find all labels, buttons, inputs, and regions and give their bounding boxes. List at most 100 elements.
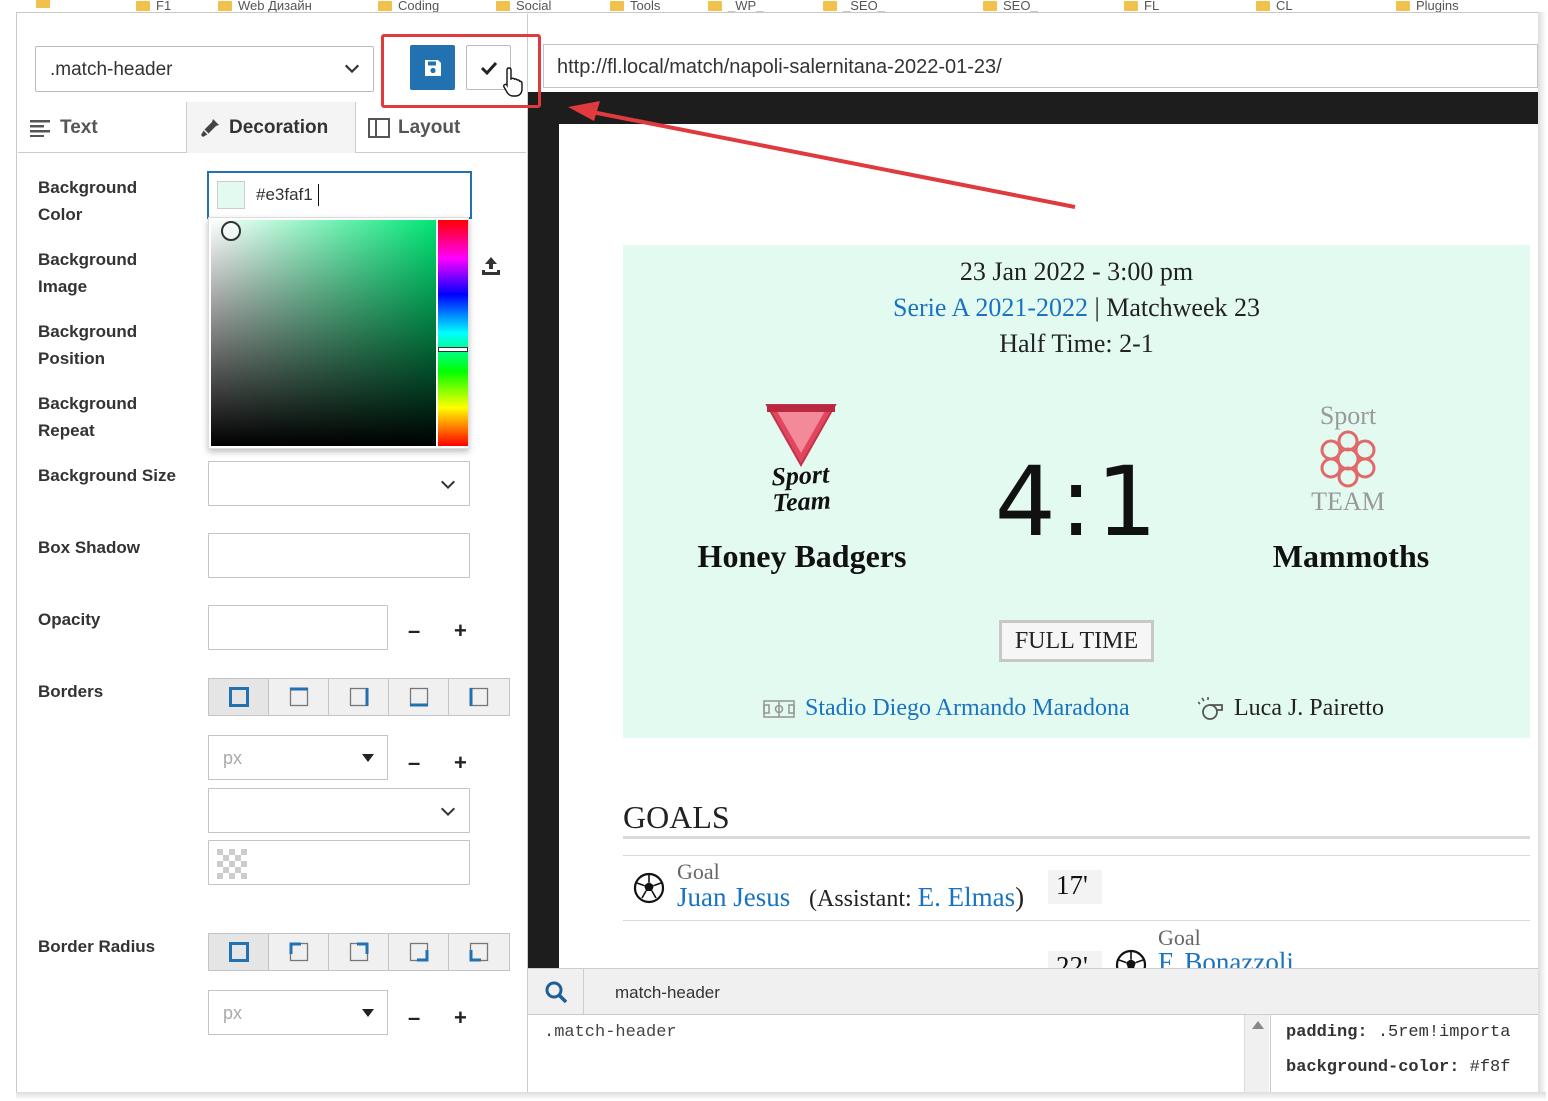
folder-icon [610,0,624,11]
css-inspector: match-header .match-header padding: .5re… [528,968,1538,1092]
assistant-link[interactable]: E. Elmas [918,882,1015,912]
border-radius-corner-selector [208,933,510,971]
border-bottom-button[interactable] [389,679,449,715]
border-width-decrement-button[interactable]: – [408,750,420,776]
border-right-button[interactable] [329,679,389,715]
away-team-name[interactable]: Mammoths [1233,538,1469,575]
field-label-opacity: Opacity [38,610,101,629]
chevron-down-icon [440,480,456,490]
tab-decoration[interactable]: Decoration [186,102,356,153]
referee-name: Luca J. Pairetto [1234,695,1384,721]
folder-icon [1124,0,1138,11]
saturation-handle[interactable] [221,221,241,241]
home-team-logo [765,404,837,467]
field-label-background-size: Background Size [38,466,176,485]
goal-minute: 17' [1048,870,1102,904]
preview-page: 23 Jan 2022 - 3:00 pm Serie A 2021-2022 … [559,124,1538,969]
border-color-input[interactable] [208,840,470,885]
radius-bottom-left-button[interactable] [449,934,509,970]
radius-bottom-right-button[interactable] [389,934,449,970]
border-width-increment-button[interactable]: + [454,750,467,776]
css-selector-dropdown[interactable]: .match-header [35,46,374,92]
border-radius-unit-select[interactable]: px [208,990,388,1035]
declaration-row[interactable]: padding: .5rem!importa [1286,1023,1510,1042]
columns-icon [368,117,390,138]
bookmark-item[interactable] [36,0,50,8]
border-radius-increment-button[interactable]: + [454,1005,467,1031]
opacity-decrement-button[interactable]: – [408,618,420,644]
home-team-name[interactable]: Honey Badgers [663,538,941,575]
stadium-info: Stadio Diego Armando Maradona [763,695,1130,722]
home-logo-word: Team [771,485,832,518]
chevron-down-icon [440,807,456,817]
radius-all-icon [228,942,249,962]
url-field[interactable]: http://fl.local/match/napoli-salernitana… [543,44,1538,88]
saturation-value-area[interactable] [211,220,436,446]
inspector-search-button[interactable] [528,969,584,1015]
field-label-background-position: Background Position [38,322,138,368]
radius-all-button[interactable] [209,934,269,970]
border-radius-decrement-button[interactable]: – [408,1005,420,1031]
radius-bottom-left-icon [469,942,489,962]
field-label-background-image: Background Image [38,250,138,296]
scorer-link[interactable]: Juan Jesus [677,882,790,912]
radius-top-right-button[interactable] [329,934,389,970]
tab-layout[interactable]: Layout [356,102,526,153]
screenshot-frame: F1 Web Дизайн Coding Social Tools _WP_ _… [0,0,1548,1101]
border-side-selector [208,678,510,716]
away-logo-bottom: TEAM [1311,487,1385,516]
radius-top-left-icon [289,942,308,962]
soccer-ball-icon [1115,949,1147,969]
border-left-icon [469,687,489,707]
unit-value: px [223,748,243,768]
border-all-button[interactable] [209,679,269,715]
field-label-borders: Borders [38,682,104,701]
border-top-icon [289,687,308,707]
upload-icon[interactable] [480,255,502,277]
goal-minute: 22' [1048,951,1102,969]
inspector-search-term[interactable]: match-header [615,983,720,1003]
tab-text[interactable]: Text [18,102,186,153]
away-logo-top: Sport [1319,401,1377,430]
away-team-logo [1320,430,1376,488]
opacity-increment-button[interactable]: + [454,618,467,644]
inspector-scrollbar[interactable] [1244,1015,1269,1092]
background-size-select[interactable] [208,461,470,506]
goals-heading: GOALS [623,799,730,835]
box-shadow-input[interactable] [208,533,470,578]
color-swatch[interactable] [217,181,245,209]
scorer-link[interactable]: F. Bonazzoli [1158,947,1294,969]
opacity-input[interactable] [208,605,388,650]
hue-handle[interactable] [438,347,468,352]
border-style-select[interactable] [208,788,470,833]
folder-icon [1256,0,1270,11]
style-editor-panel: .match-header Text Decoration Layout Bac… [18,14,528,1092]
soccer-ball-icon [633,872,665,904]
competition-link[interactable]: Serie A 2021-2022 [893,293,1088,322]
background-color-input[interactable]: #e3faf1 [208,172,471,218]
highlight-box [381,34,541,108]
border-top-button[interactable] [269,679,329,715]
border-left-button[interactable] [449,679,509,715]
match-datetime: 23 Jan 2022 - 3:00 pm [959,257,1194,286]
declaration-row[interactable]: background-color: #f8f [1286,1058,1510,1077]
color-picker-popup [208,217,469,449]
border-width-unit-select[interactable]: px [208,735,388,780]
caret-down-icon [362,1009,374,1017]
goal-detail: Juan Jesus (Assistant: E. Elmas) [677,882,1024,913]
text-caret [318,184,319,206]
folder-icon [36,0,50,8]
inspector-selector-list[interactable]: .match-header [544,1023,677,1042]
eyedropper-icon [201,118,219,137]
scroll-up-icon[interactable] [1252,1021,1264,1029]
folder-icon [983,0,997,11]
separator: | [1088,293,1107,322]
hue-slider[interactable] [438,220,468,446]
matchweek: Matchweek 23 [1106,293,1260,322]
assist-prefix: (Assistant: [809,886,918,912]
goal-event-row: Goal Juan Jesus (Assistant: E. Elmas) 17… [623,856,1530,920]
declaration-property: background-color: [1286,1058,1460,1077]
radius-top-left-button[interactable] [269,934,329,970]
tab-label: Decoration [229,116,329,138]
stadium-link[interactable]: Stadio Diego Armando Maradona [805,695,1130,722]
